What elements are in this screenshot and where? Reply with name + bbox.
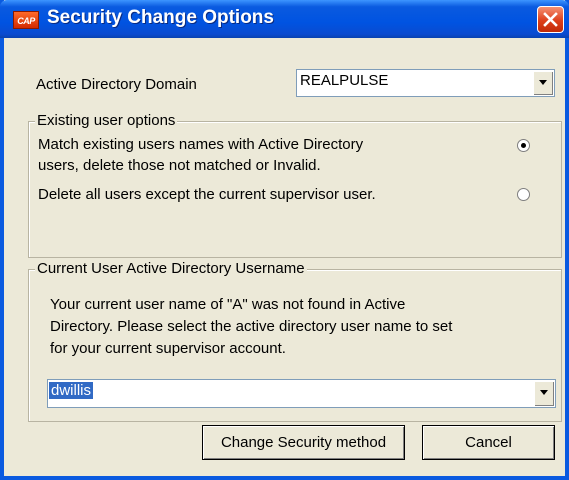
cancel-button[interactable]: Cancel: [422, 425, 555, 460]
option-delete-all-label[interactable]: Delete all users except the current supe…: [38, 186, 376, 203]
current-user-message-line1: Your current user name of "A" was not fo…: [50, 296, 406, 313]
chevron-down-icon: [539, 80, 547, 85]
dialog-window: CAP Security Change Options Active Direc…: [0, 0, 569, 480]
domain-select-value: REALPULSE: [300, 72, 389, 89]
title-bar[interactable]: CAP Security Change Options: [0, 0, 569, 38]
current-user-message-line3: for your current supervisor account.: [50, 340, 286, 357]
option-match-label-line1[interactable]: Match existing users names with Active D…: [38, 136, 363, 153]
current-user-legend: Current User Active Directory Username: [35, 260, 307, 277]
domain-label: Active Directory Domain: [36, 76, 197, 93]
close-icon: [543, 12, 558, 27]
option-delete-all-radio[interactable]: [517, 188, 530, 201]
radio-selected-dot: [521, 143, 526, 148]
current-user-message-line2: Directory. Please select the active dire…: [50, 318, 453, 335]
option-match-label-line2[interactable]: users, delete those not matched or Inval…: [38, 157, 321, 174]
domain-dropdown-button[interactable]: [533, 71, 553, 95]
app-icon: CAP: [13, 11, 39, 29]
username-select[interactable]: dwillis: [47, 379, 556, 408]
chevron-down-icon: [540, 390, 548, 395]
username-select-value: dwillis: [49, 382, 94, 399]
close-button[interactable]: [537, 6, 564, 33]
window-title: Security Change Options: [47, 7, 274, 28]
username-dropdown-button[interactable]: [534, 381, 554, 406]
domain-select[interactable]: REALPULSE: [296, 69, 555, 97]
change-security-method-button[interactable]: Change Security method: [202, 425, 405, 460]
option-match-radio[interactable]: [517, 139, 530, 152]
existing-user-options-legend: Existing user options: [35, 112, 178, 129]
